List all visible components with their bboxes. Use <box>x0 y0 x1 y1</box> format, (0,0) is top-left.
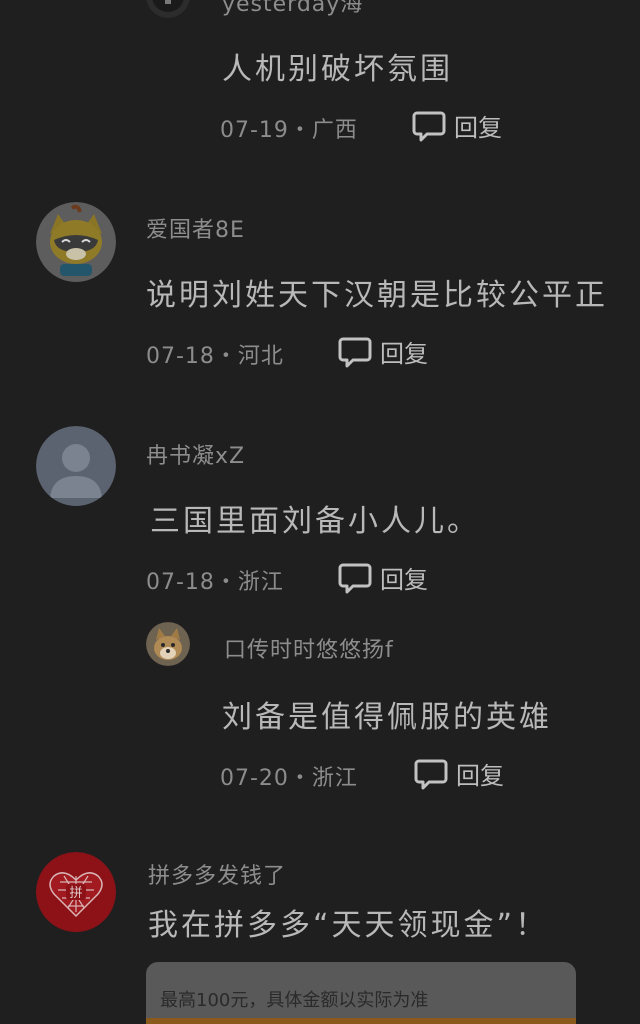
commenter-name[interactable]: 爱国者8E <box>146 212 245 244</box>
comment-text: 人机别破坏氛围 <box>222 52 453 87</box>
avatar[interactable] <box>146 622 190 666</box>
comment-meta: 07-18・河北 <box>146 344 284 369</box>
comment-meta: 07-18・浙江 <box>146 570 284 595</box>
comment-bubble-icon <box>338 562 372 594</box>
comment-meta: 07-19・广西 <box>220 118 358 143</box>
pinduoduo-logo[interactable]: 拼 <box>36 852 116 932</box>
ad-card[interactable]: 最高100元，具体金额以实际为准 <box>146 962 576 1024</box>
ad-account-name[interactable]: 拼多多发钱了 <box>148 858 286 890</box>
comment-bubble-icon <box>412 110 446 142</box>
comment-list-page: yesterday海 人机别破坏氛围 07-19・广西 回复 爱国者8E 说明刘… <box>0 0 640 1024</box>
reply-label: 回复 <box>456 762 504 790</box>
avatar[interactable] <box>36 202 116 282</box>
ad-accent-bar <box>146 1018 576 1024</box>
ad-text: 我在拼多多“天天领现金”！ <box>148 908 549 943</box>
comment-text: 刘备是值得佩服的英雄 <box>222 700 552 735</box>
reply-button[interactable]: 回复 <box>414 756 504 791</box>
reply-button[interactable]: 回复 <box>338 334 428 369</box>
logo-text: 拼 <box>69 886 82 901</box>
reply-label: 回复 <box>380 340 428 368</box>
comment-text: 说明刘姓天下汉朝是比较公平正 <box>146 278 608 313</box>
avatar[interactable] <box>36 426 116 506</box>
avatar[interactable] <box>146 0 190 18</box>
reply-button[interactable]: 回复 <box>412 108 502 143</box>
comment-meta: 07-20・浙江 <box>220 766 358 791</box>
reply-label: 回复 <box>454 114 502 142</box>
comment-bubble-icon <box>338 336 372 368</box>
commenter-name[interactable]: 口传时时悠悠扬f <box>224 632 394 664</box>
ad-card-text: 最高100元，具体金额以实际为准 <box>160 990 429 1011</box>
comment-text: 三国里面刘备小人儿。 <box>150 504 480 539</box>
reply-label: 回复 <box>380 566 428 594</box>
commenter-name[interactable]: yesterday海 <box>222 0 363 18</box>
reply-button[interactable]: 回复 <box>338 560 428 595</box>
comment-bubble-icon <box>414 758 448 790</box>
commenter-name[interactable]: 冉书凝xZ <box>146 438 245 470</box>
